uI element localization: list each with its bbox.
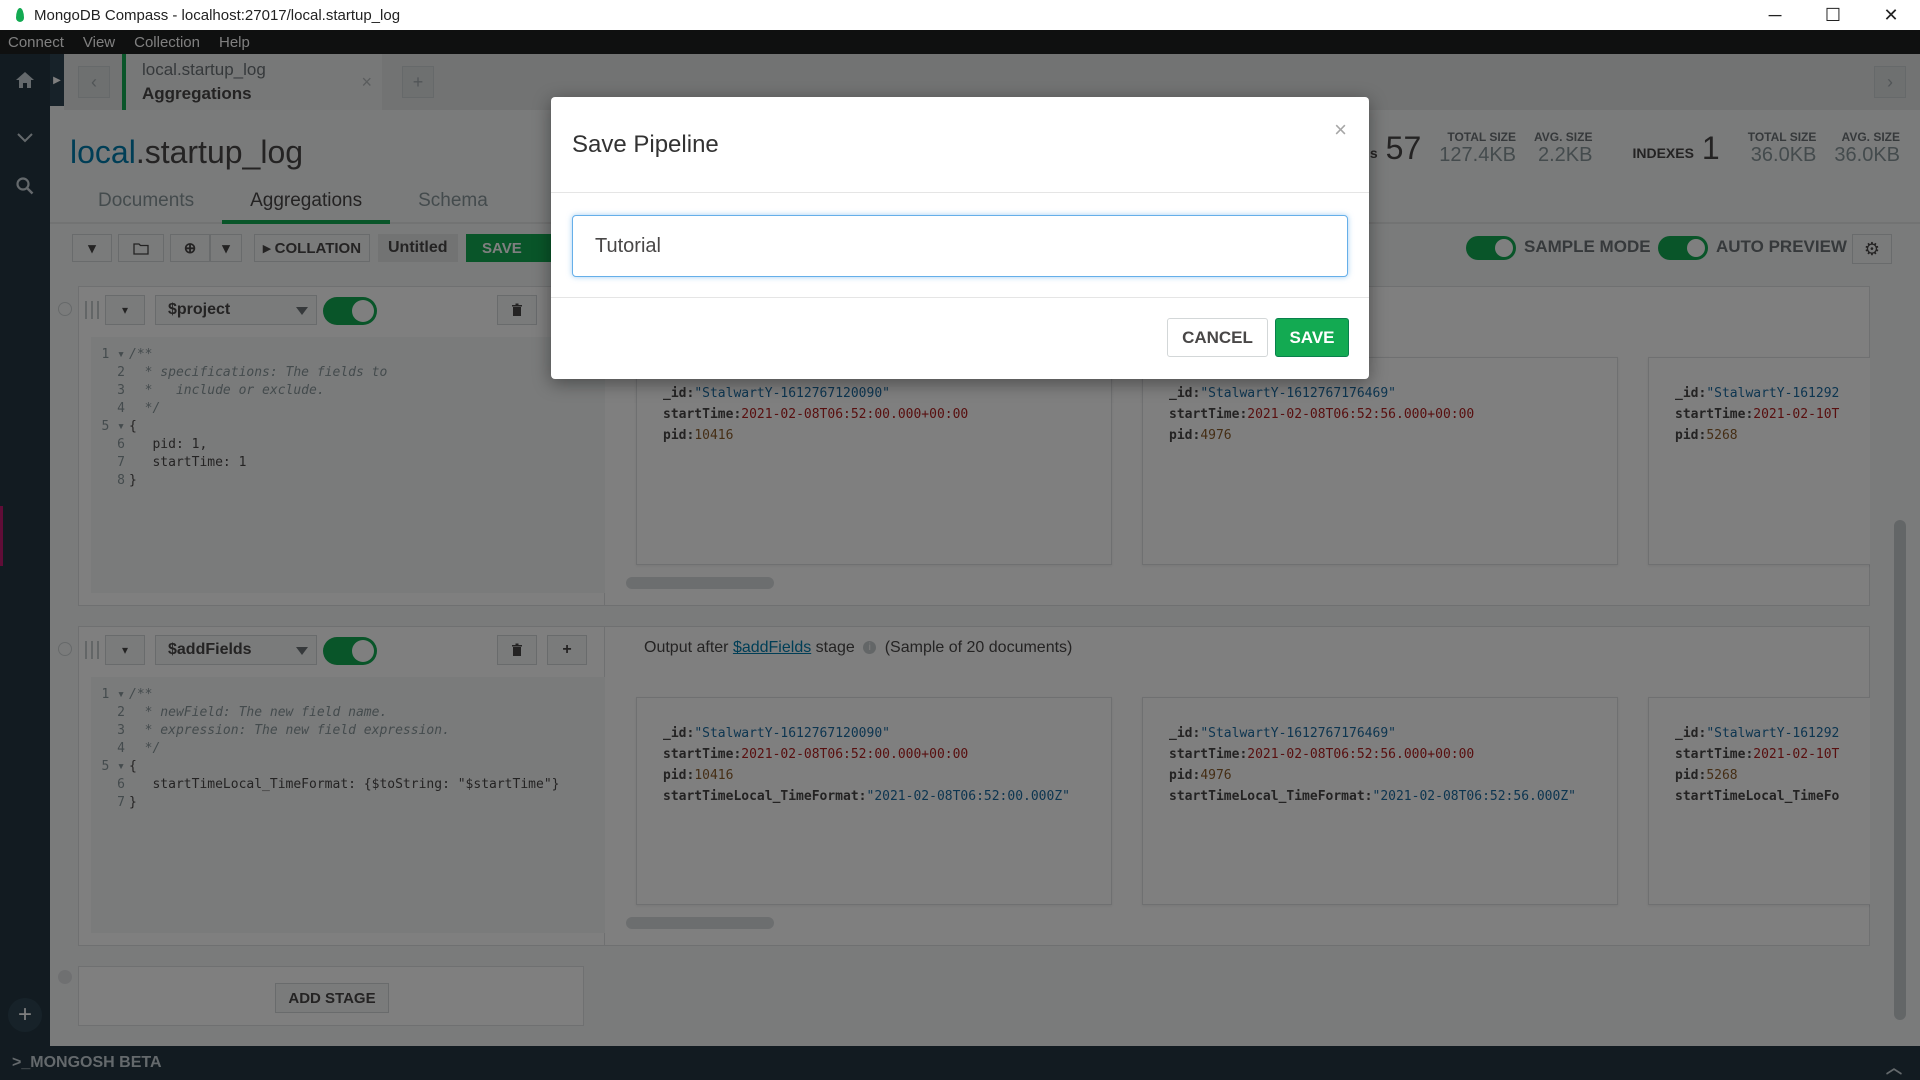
close-window-button[interactable]: ✕ [1862,0,1920,30]
modal-close-icon[interactable]: × [1334,117,1347,143]
save-button[interactable]: SAVE [1275,318,1349,357]
window-titlebar: MongoDB Compass - localhost:27017/local.… [0,0,1920,30]
window-title: MongoDB Compass - localhost:27017/local.… [34,6,401,24]
pipeline-name-input[interactable] [572,215,1348,277]
save-pipeline-modal: Save Pipeline × CANCEL SAVE [551,97,1369,379]
mongodb-leaf-icon [16,8,24,22]
modal-title: Save Pipeline [572,131,719,158]
maximize-button[interactable]: ☐ [1804,0,1862,30]
cancel-button[interactable]: CANCEL [1167,318,1268,357]
minimize-button[interactable]: ─ [1746,0,1804,30]
